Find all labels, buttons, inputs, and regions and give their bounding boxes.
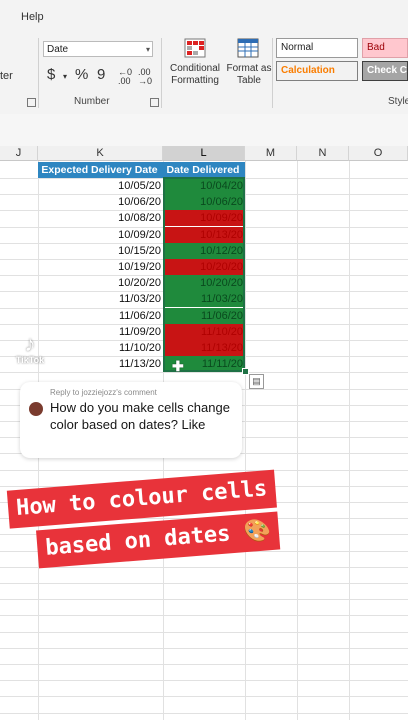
conditional-formatting-label: Conditional Formatting [169,63,221,86]
delivered-date-cell[interactable]: 11/06/20 [163,307,245,324]
grid-line [0,647,408,649]
expected-date-cell[interactable]: 10/15/20 [38,243,163,259]
column-header-j[interactable]: J [0,146,38,161]
style-normal[interactable]: Normal [276,38,358,58]
grid-line [0,372,408,374]
style-check-cell[interactable]: Check Ce [362,61,408,81]
expected-date-cell[interactable]: 10/09/20 [38,227,163,243]
watermark-text: TikTok [15,355,45,365]
chevron-down-icon: ▾ [145,45,150,54]
grid-line [0,664,408,665]
dialog-launcher-icon[interactable] [150,98,159,107]
currency-button[interactable]: $ [47,66,55,83]
comment-bubble: Reply to jozziejozz's comment How do you… [20,382,242,458]
ribbon-menu-bar: Help [0,0,408,30]
comment-text: How do you make cells change color based… [50,400,230,432]
number-format-dropdown[interactable]: Date ▾ [43,41,153,57]
tiktok-logo-icon: ♪ [24,331,36,356]
number-group-label: Number [74,96,110,107]
ribbon: ter Date ▾ $ ▾ % 9 ←0 .00 .00 →0 Number … [0,30,408,115]
delivered-date-cell[interactable]: 11/10/20 [163,323,245,340]
formula-bar-area [0,114,408,146]
styles-group-label: Style [388,96,408,107]
chevron-down-icon[interactable]: ▾ [63,72,67,81]
number-format-value: Date [47,44,69,55]
percent-button[interactable]: % [75,66,88,83]
decrease-decimal-button[interactable]: .00 →0 [138,68,152,86]
expected-date-cell[interactable]: 10/20/20 [38,275,163,291]
conditional-formatting-icon [184,38,206,58]
column-header-n[interactable]: N [297,146,349,161]
grid-line [0,712,408,714]
clipboard-label-fragment[interactable]: ter [0,70,13,82]
tiktok-watermark: ♪ TikTok [8,331,52,366]
format-as-table-label: Format as Table [226,63,272,86]
expected-date-cell[interactable]: 10/05/20 [38,178,163,194]
menu-help[interactable]: Help [21,11,44,23]
avatar [29,402,43,416]
grid-line [349,161,350,720]
format-as-table-icon [237,38,259,58]
expected-date-cell[interactable]: 11/09/20 [38,324,163,340]
delivered-date-cell[interactable]: 10/20/20 [163,275,245,292]
style-calculation[interactable]: Calculation [276,61,358,81]
grid-line [0,696,408,698]
delivered-date-cell[interactable]: 10/09/20 [163,210,245,227]
expected-date-cell[interactable]: 10/19/20 [38,259,163,275]
column-header-k[interactable]: K [38,146,163,161]
dialog-launcher-icon[interactable] [27,98,36,107]
grid-line [0,680,408,682]
ribbon-separator [38,38,39,108]
grid-line [0,599,408,601]
comma-style-button[interactable]: 9 [97,66,105,83]
expected-date-cell[interactable]: 11/13/20 [38,356,163,372]
header-date-delivered[interactable]: Date Delivered [163,162,245,178]
grid-line [297,161,298,720]
grid-line [0,631,408,633]
expected-date-cell[interactable]: 11/06/20 [38,308,163,324]
cell-cursor-icon: ✚ [172,358,184,374]
ribbon-separator [161,38,162,108]
grid-line [0,615,408,617]
fill-handle[interactable] [242,368,249,375]
expected-date-cell[interactable]: 11/03/20 [38,291,163,307]
column-header-o[interactable]: O [349,146,408,161]
expected-date-cell[interactable]: 11/10/20 [38,340,163,356]
delivered-date-cell[interactable]: 11/03/20 [163,291,245,308]
delivered-date-cell[interactable]: 10/20/20 [163,259,245,275]
increase-decimal-button[interactable]: ←0 .00 [118,68,132,86]
delivered-date-cell[interactable]: 10/04/20 [163,178,245,194]
column-header-l[interactable]: L [163,146,245,161]
comment-reply-label: Reply to jozziejozz's comment [50,388,157,397]
delivered-date-cell[interactable]: 10/12/20 [163,242,245,259]
delivered-date-cell[interactable]: 10/06/20 [163,194,245,211]
expected-date-cell[interactable]: 10/06/20 [38,194,163,210]
grid-line [245,161,246,720]
column-header-m[interactable]: M [245,146,297,161]
expected-date-cell[interactable]: 10/08/20 [38,210,163,226]
quick-analysis-icon[interactable]: ▤ [249,374,264,389]
ribbon-separator [272,38,273,108]
header-expected-delivery[interactable]: Expected Delivery Date [38,162,163,178]
style-bad[interactable]: Bad [362,38,408,58]
delivered-date-cell[interactable]: 11/13/20 [163,340,245,356]
delivered-date-cell[interactable]: 10/13/20 [163,226,245,243]
